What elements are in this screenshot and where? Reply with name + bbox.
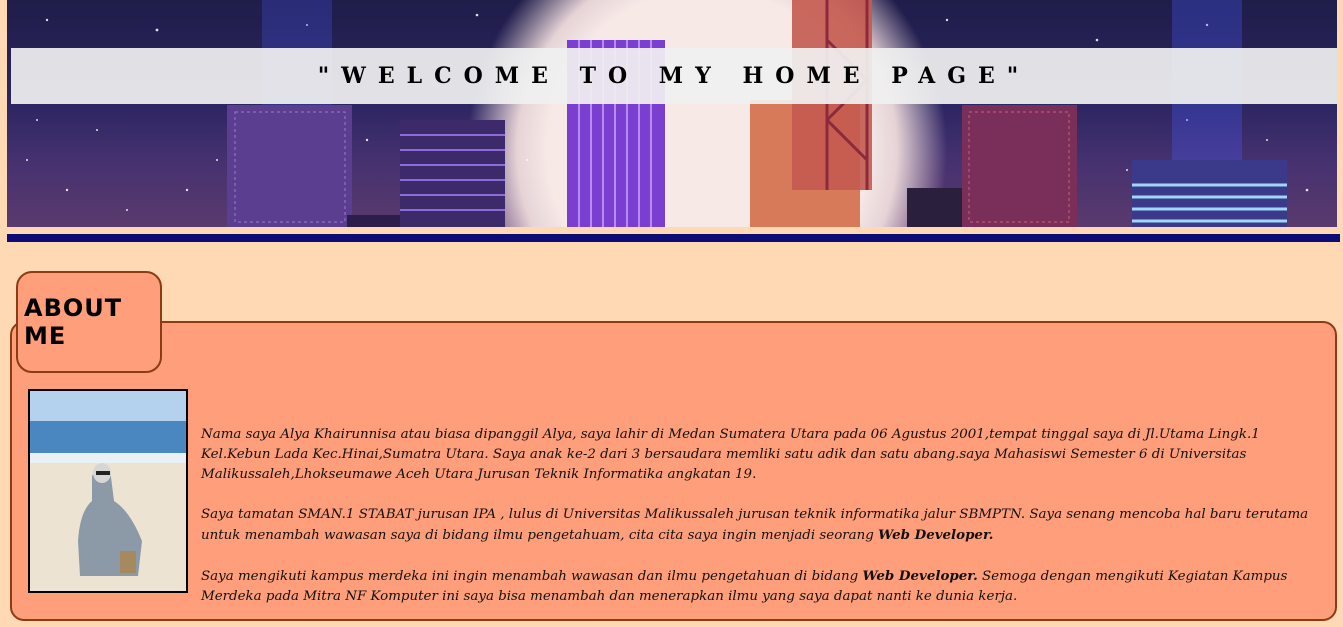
header-banner: "WELCOME TO MY HOME PAGE" — [7, 0, 1337, 227]
page-title: "WELCOME TO MY HOME PAGE" — [317, 63, 1031, 89]
profile-photo — [28, 389, 188, 593]
about-heading: ABOUT ME — [24, 294, 123, 350]
header-divider — [7, 234, 1340, 242]
about-text: Nama saya Alya Khairunnisa atau biasa di… — [201, 425, 1323, 627]
highlight-web-developer: Web Developer. — [862, 568, 978, 584]
highlight-web-developer: Web Developer. — [878, 527, 994, 543]
welcome-title-bar: "WELCOME TO MY HOME PAGE" — [11, 48, 1337, 104]
night-sky-illustration — [26, 0, 1309, 227]
about-paragraph-1: Nama saya Alya Khairunnisa atau biasa di… — [201, 427, 1260, 482]
about-paragraph-2: Saya tamatan SMAN.1 STABAT jurusan IPA ,… — [201, 507, 1309, 543]
person-on-beach-image — [30, 391, 186, 591]
about-heading-tab: ABOUT ME — [16, 271, 162, 373]
